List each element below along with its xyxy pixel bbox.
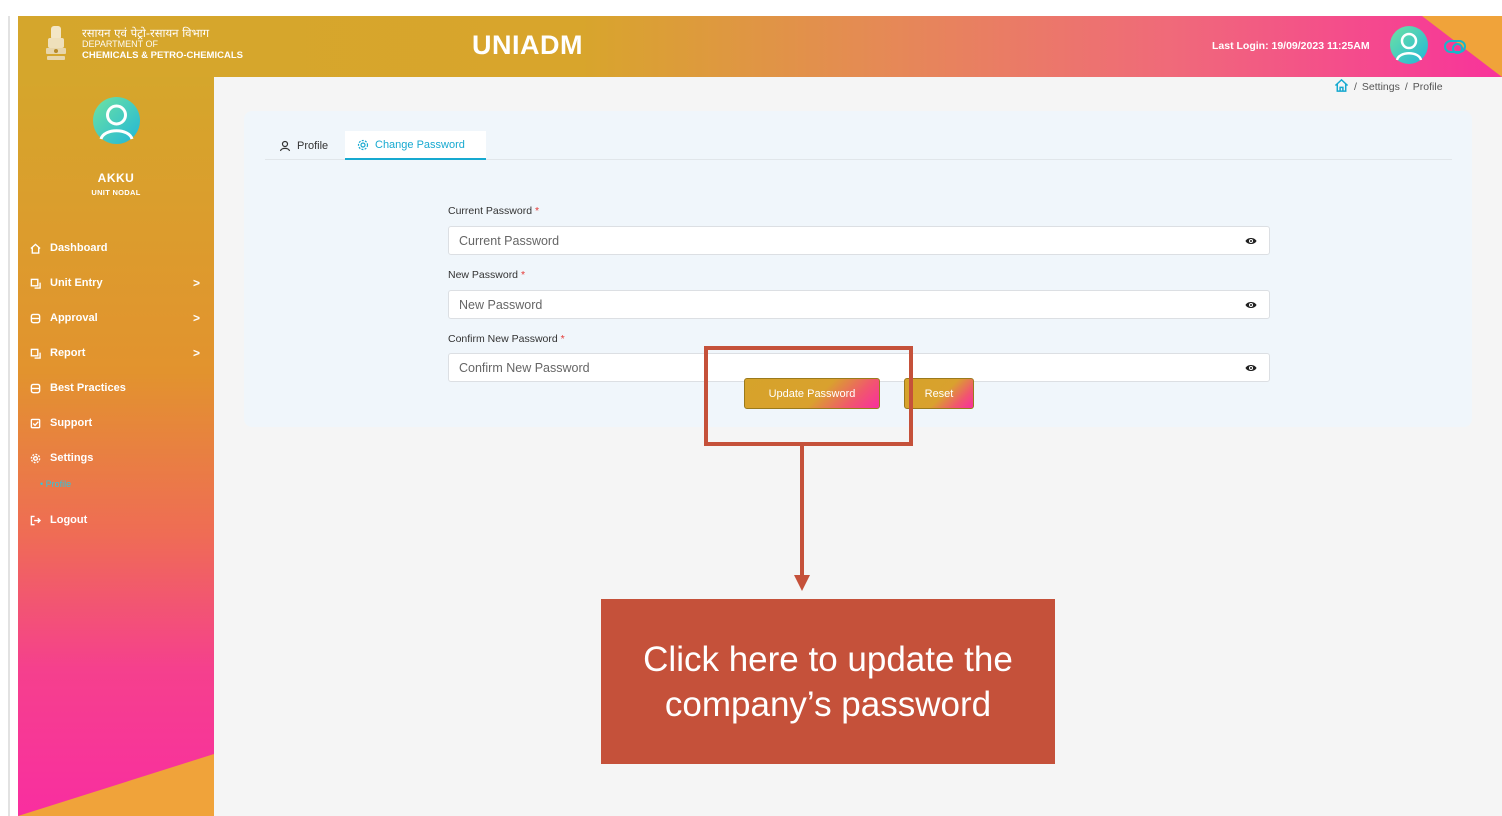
window-edge [8, 16, 10, 816]
new-password-field [448, 290, 1270, 319]
eye-icon[interactable] [1245, 299, 1257, 311]
breadcrumb: / Settings / Profile [1334, 78, 1443, 96]
sidebar-item-label: Approval [50, 312, 98, 324]
annotation-callout: Click here to update the company’s passw… [601, 599, 1055, 764]
tab-change-password[interactable]: Change Password [345, 131, 486, 160]
dept-hindi: रसायन एवं पेट्रो-रसायन विभाग [82, 26, 210, 40]
tab-label: Profile [297, 139, 329, 152]
top-header: रसायन एवं पेट्रो-रसायन विभाग DEPARTMENT … [18, 16, 1502, 77]
emblem-icon [46, 26, 66, 60]
sidebar-item-best-practices[interactable]: Best Practices [28, 377, 204, 399]
sidebar-item-settings[interactable]: Settings [28, 447, 204, 469]
breadcrumb-separator: / [1404, 81, 1408, 93]
user-role: UNIT NODAL [91, 188, 141, 197]
sidebar-item-label: Best Practices [50, 382, 126, 394]
eye-icon[interactable] [1245, 235, 1257, 247]
tab-bar: Profile Change Password [265, 131, 1452, 160]
breadcrumb-settings[interactable]: Settings [1362, 81, 1400, 93]
highlight-box [704, 346, 913, 446]
sidebar-item-logout[interactable]: Logout [28, 509, 204, 531]
current-password-field [448, 226, 1270, 255]
sidebar-item-label: Report [50, 347, 86, 359]
current-password-label: Current Password * [448, 205, 540, 217]
tab-label: Change Password [375, 138, 465, 151]
sidebar-item-label: Settings [50, 452, 94, 464]
app-title: UNIADM [472, 30, 583, 60]
sidebar-item-dashboard[interactable]: Dashboard [28, 237, 204, 259]
gear-icon [28, 451, 42, 465]
dept-line2: CHEMICALS & PETRO-CHEMICALS [82, 50, 243, 61]
entry-icon [28, 276, 42, 290]
user-name: AKKU [97, 171, 135, 185]
support-icon [28, 416, 42, 430]
last-login-text: Last Login: 19/09/2023 11:25AM [1212, 40, 1370, 52]
sidebar-item-label: Unit Entry [50, 277, 103, 289]
annotation-arrow-line [800, 446, 804, 576]
sidebar-item-report[interactable]: Report > [28, 342, 204, 364]
database-icon [28, 311, 42, 325]
home-icon [28, 241, 42, 255]
arrow-down-icon [794, 575, 810, 591]
sidebar-item-label: Support [50, 417, 93, 429]
new-password-input[interactable] [449, 291, 1229, 318]
person-glyph-icon [99, 104, 134, 140]
report-icon [28, 346, 42, 360]
chevron-right-icon: > [192, 311, 200, 325]
theme-toggle-icon[interactable] [1444, 40, 1466, 54]
logout-icon [28, 513, 42, 527]
user-avatar-icon[interactable] [1390, 26, 1428, 64]
sidebar-avatar-icon [93, 97, 140, 144]
current-password-input[interactable] [449, 227, 1229, 254]
dept-line1: DEPARTMENT OF [82, 39, 159, 49]
sidebar-decoration [18, 754, 214, 816]
sidebar-item-label: Logout [50, 514, 88, 526]
chevron-right-icon: > [192, 346, 200, 360]
chevron-right-icon: > [192, 276, 200, 290]
user-icon [279, 140, 291, 151]
home-icon[interactable] [1334, 78, 1349, 96]
sidebar-subitem-profile[interactable]: • Profile [40, 479, 71, 489]
reset-button[interactable]: Reset [904, 378, 974, 409]
sidebar-item-support[interactable]: Support [28, 412, 204, 434]
sidebar-item-approval[interactable]: Approval > [28, 307, 204, 329]
eye-icon[interactable] [1245, 362, 1257, 374]
breadcrumb-profile: Profile [1412, 81, 1443, 93]
breadcrumb-separator: / [1354, 81, 1357, 93]
database-icon [28, 381, 42, 395]
tab-profile[interactable]: Profile [279, 131, 328, 160]
department-name: रसायन एवं पेट्रो-रसायन विभाग DEPARTMENT … [82, 26, 243, 61]
sidebar-item-label: Dashboard [50, 242, 108, 254]
new-password-label: New Password * [448, 269, 526, 281]
confirm-password-label: Confirm New Password * [448, 333, 565, 345]
gear-icon [357, 139, 369, 150]
person-glyph-icon [1395, 32, 1423, 61]
sidebar: AKKU UNIT NODAL Dashboard Unit Entry > A… [18, 77, 214, 816]
sidebar-item-unit-entry[interactable]: Unit Entry > [28, 272, 204, 294]
